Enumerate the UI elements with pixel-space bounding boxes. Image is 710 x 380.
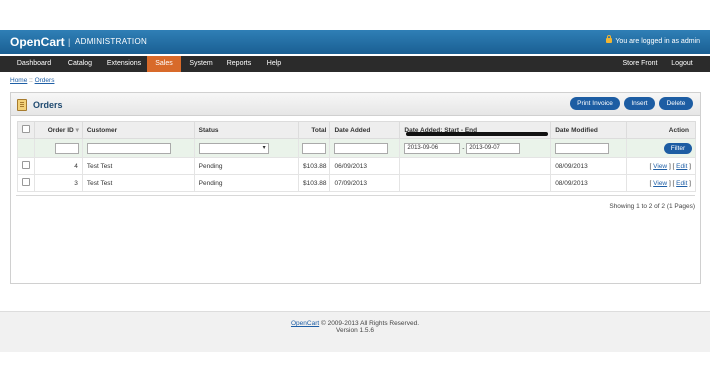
date-range-cell: [399, 157, 552, 175]
footer-copyright: © 2009-2013 All Rights Reserved.: [320, 320, 419, 327]
customer-name: Test Test: [81, 157, 195, 175]
breadcrumb-separator: ::: [27, 77, 35, 84]
menu-system[interactable]: System: [184, 56, 218, 72]
header-status[interactable]: Status: [193, 121, 300, 139]
row-checkbox[interactable]: [21, 161, 30, 169]
filter-customer-cell: [81, 138, 195, 158]
filter-row: ▾ 2013-09-06 - 2013-09-07 Filter: [17, 138, 696, 158]
administration-label: ADMINISTRATION: [75, 37, 148, 46]
breadcrumb-orders[interactable]: Orders: [35, 77, 55, 84]
header-total[interactable]: Total: [298, 121, 331, 139]
header-customer[interactable]: Customer: [81, 121, 195, 139]
breadcrumb-home[interactable]: Home: [10, 77, 27, 84]
filter-date-range-cell: 2013-09-06 - 2013-09-07: [399, 138, 552, 158]
date-modified: 08/09/2013: [550, 174, 628, 192]
filter-total-cell: [298, 138, 331, 158]
header-order-id[interactable]: Order ID ▾: [33, 121, 83, 139]
date-range-cell: [399, 174, 552, 192]
main-menu: Dashboard Catalog Extensions Sales Syste…: [0, 56, 710, 72]
pagination-divider: [16, 195, 695, 196]
table-header-row: Order ID ▾ Customer Status Total Date Ad…: [17, 121, 696, 139]
delete-button[interactable]: Delete: [659, 97, 693, 110]
footer-version: Version 1.5.6: [336, 327, 374, 334]
footer-opencart-link[interactable]: OpenCart: [291, 320, 319, 327]
annotation-marker: [406, 132, 548, 136]
footer-copyright-line: OpenCart © 2009-2013 All Rights Reserved…: [0, 320, 710, 327]
select-all-cell: [17, 121, 35, 139]
breadcrumb: Home :: Orders: [10, 77, 54, 84]
view-link[interactable]: View: [653, 180, 667, 187]
logged-in-status: You are logged in as admin: [606, 35, 700, 45]
order-total: $103.88: [298, 157, 331, 175]
filter-date-dash: -: [462, 144, 465, 152]
print-invoice-button[interactable]: Print Invoice: [570, 97, 620, 110]
edit-link[interactable]: Edit: [676, 180, 687, 187]
menu-help[interactable]: Help: [260, 56, 288, 72]
orders-table: Order ID ▾ Customer Status Total Date Ad…: [17, 121, 696, 192]
filter-order-id-cell: [33, 138, 83, 158]
header-separator: |: [68, 37, 71, 47]
menu-store-front[interactable]: Store Front: [618, 56, 662, 72]
order-id: 3: [33, 174, 83, 192]
pagination-status: Showing 1 to 2 of 2 (1 Pages): [609, 203, 695, 210]
order-id: 4: [33, 157, 83, 175]
orders-panel-header: Orders Print Invoice Insert Delete: [11, 93, 700, 116]
select-all-checkbox[interactable]: [21, 125, 30, 133]
table-row: 3 Test Test Pending $103.88 07/09/2013 0…: [17, 174, 696, 192]
header-action: Action: [626, 121, 696, 139]
filter-total-input[interactable]: [302, 142, 327, 154]
menu-extensions[interactable]: Extensions: [103, 56, 145, 72]
page-title: Orders: [33, 100, 63, 110]
filter-date-end-input[interactable]: 2013-09-07: [466, 142, 521, 154]
insert-button[interactable]: Insert: [624, 97, 655, 110]
customer-name: Test Test: [81, 174, 195, 192]
filter-date-modified-input[interactable]: [555, 142, 610, 154]
footer: OpenCart © 2009-2013 All Rights Reserved…: [0, 311, 710, 352]
filter-empty-cell: [17, 138, 35, 158]
table-row: 4 Test Test Pending $103.88 06/09/2013 0…: [17, 157, 696, 175]
filter-button-cell: Filter: [626, 138, 696, 158]
filter-status-cell: ▾: [193, 138, 300, 158]
menu-reports[interactable]: Reports: [222, 56, 256, 72]
orders-panel: Orders Print Invoice Insert Delete Order…: [10, 92, 701, 284]
menu-logout[interactable]: Logout: [666, 56, 698, 72]
header-date-modified[interactable]: Date Modified: [550, 121, 628, 139]
row-checkbox[interactable]: [21, 178, 30, 186]
order-status: Pending: [193, 157, 300, 175]
filter-date-added-cell: [329, 138, 401, 158]
order-status: Pending: [193, 174, 300, 192]
filter-order-id-input[interactable]: [54, 142, 79, 154]
sort-arrow-icon: ▾: [75, 127, 79, 134]
edit-link[interactable]: Edit: [676, 163, 687, 170]
menu-sales[interactable]: Sales: [147, 56, 181, 72]
filter-date-modified-cell: [550, 138, 628, 158]
filter-date-start-input[interactable]: 2013-09-06: [404, 142, 461, 154]
row-checkbox-cell: [17, 157, 35, 175]
row-checkbox-cell: [17, 174, 35, 192]
row-actions: [ View ] [ Edit ]: [626, 157, 696, 175]
filter-date-added-input[interactable]: [334, 142, 389, 154]
opencart-logo[interactable]: OpenCart: [10, 35, 65, 49]
lock-icon: [606, 35, 613, 43]
date-modified: 08/09/2013: [550, 157, 628, 175]
filter-customer-input[interactable]: [86, 142, 171, 154]
date-added: 07/09/2013: [329, 174, 401, 192]
view-link[interactable]: View: [653, 163, 667, 170]
menu-catalog[interactable]: Catalog: [62, 56, 98, 72]
header-date-added[interactable]: Date Added: [329, 121, 401, 139]
filter-status-select[interactable]: ▾: [198, 142, 269, 154]
order-total: $103.88: [298, 174, 331, 192]
header-bar: OpenCart | ADMINISTRATION You are logged…: [0, 30, 710, 54]
dropdown-arrow-icon: ▾: [262, 144, 266, 151]
date-added: 06/09/2013: [329, 157, 401, 175]
document-icon: [17, 99, 27, 111]
filter-button[interactable]: Filter: [664, 142, 692, 154]
menu-dashboard[interactable]: Dashboard: [12, 56, 56, 72]
row-actions: [ View ] [ Edit ]: [626, 174, 696, 192]
